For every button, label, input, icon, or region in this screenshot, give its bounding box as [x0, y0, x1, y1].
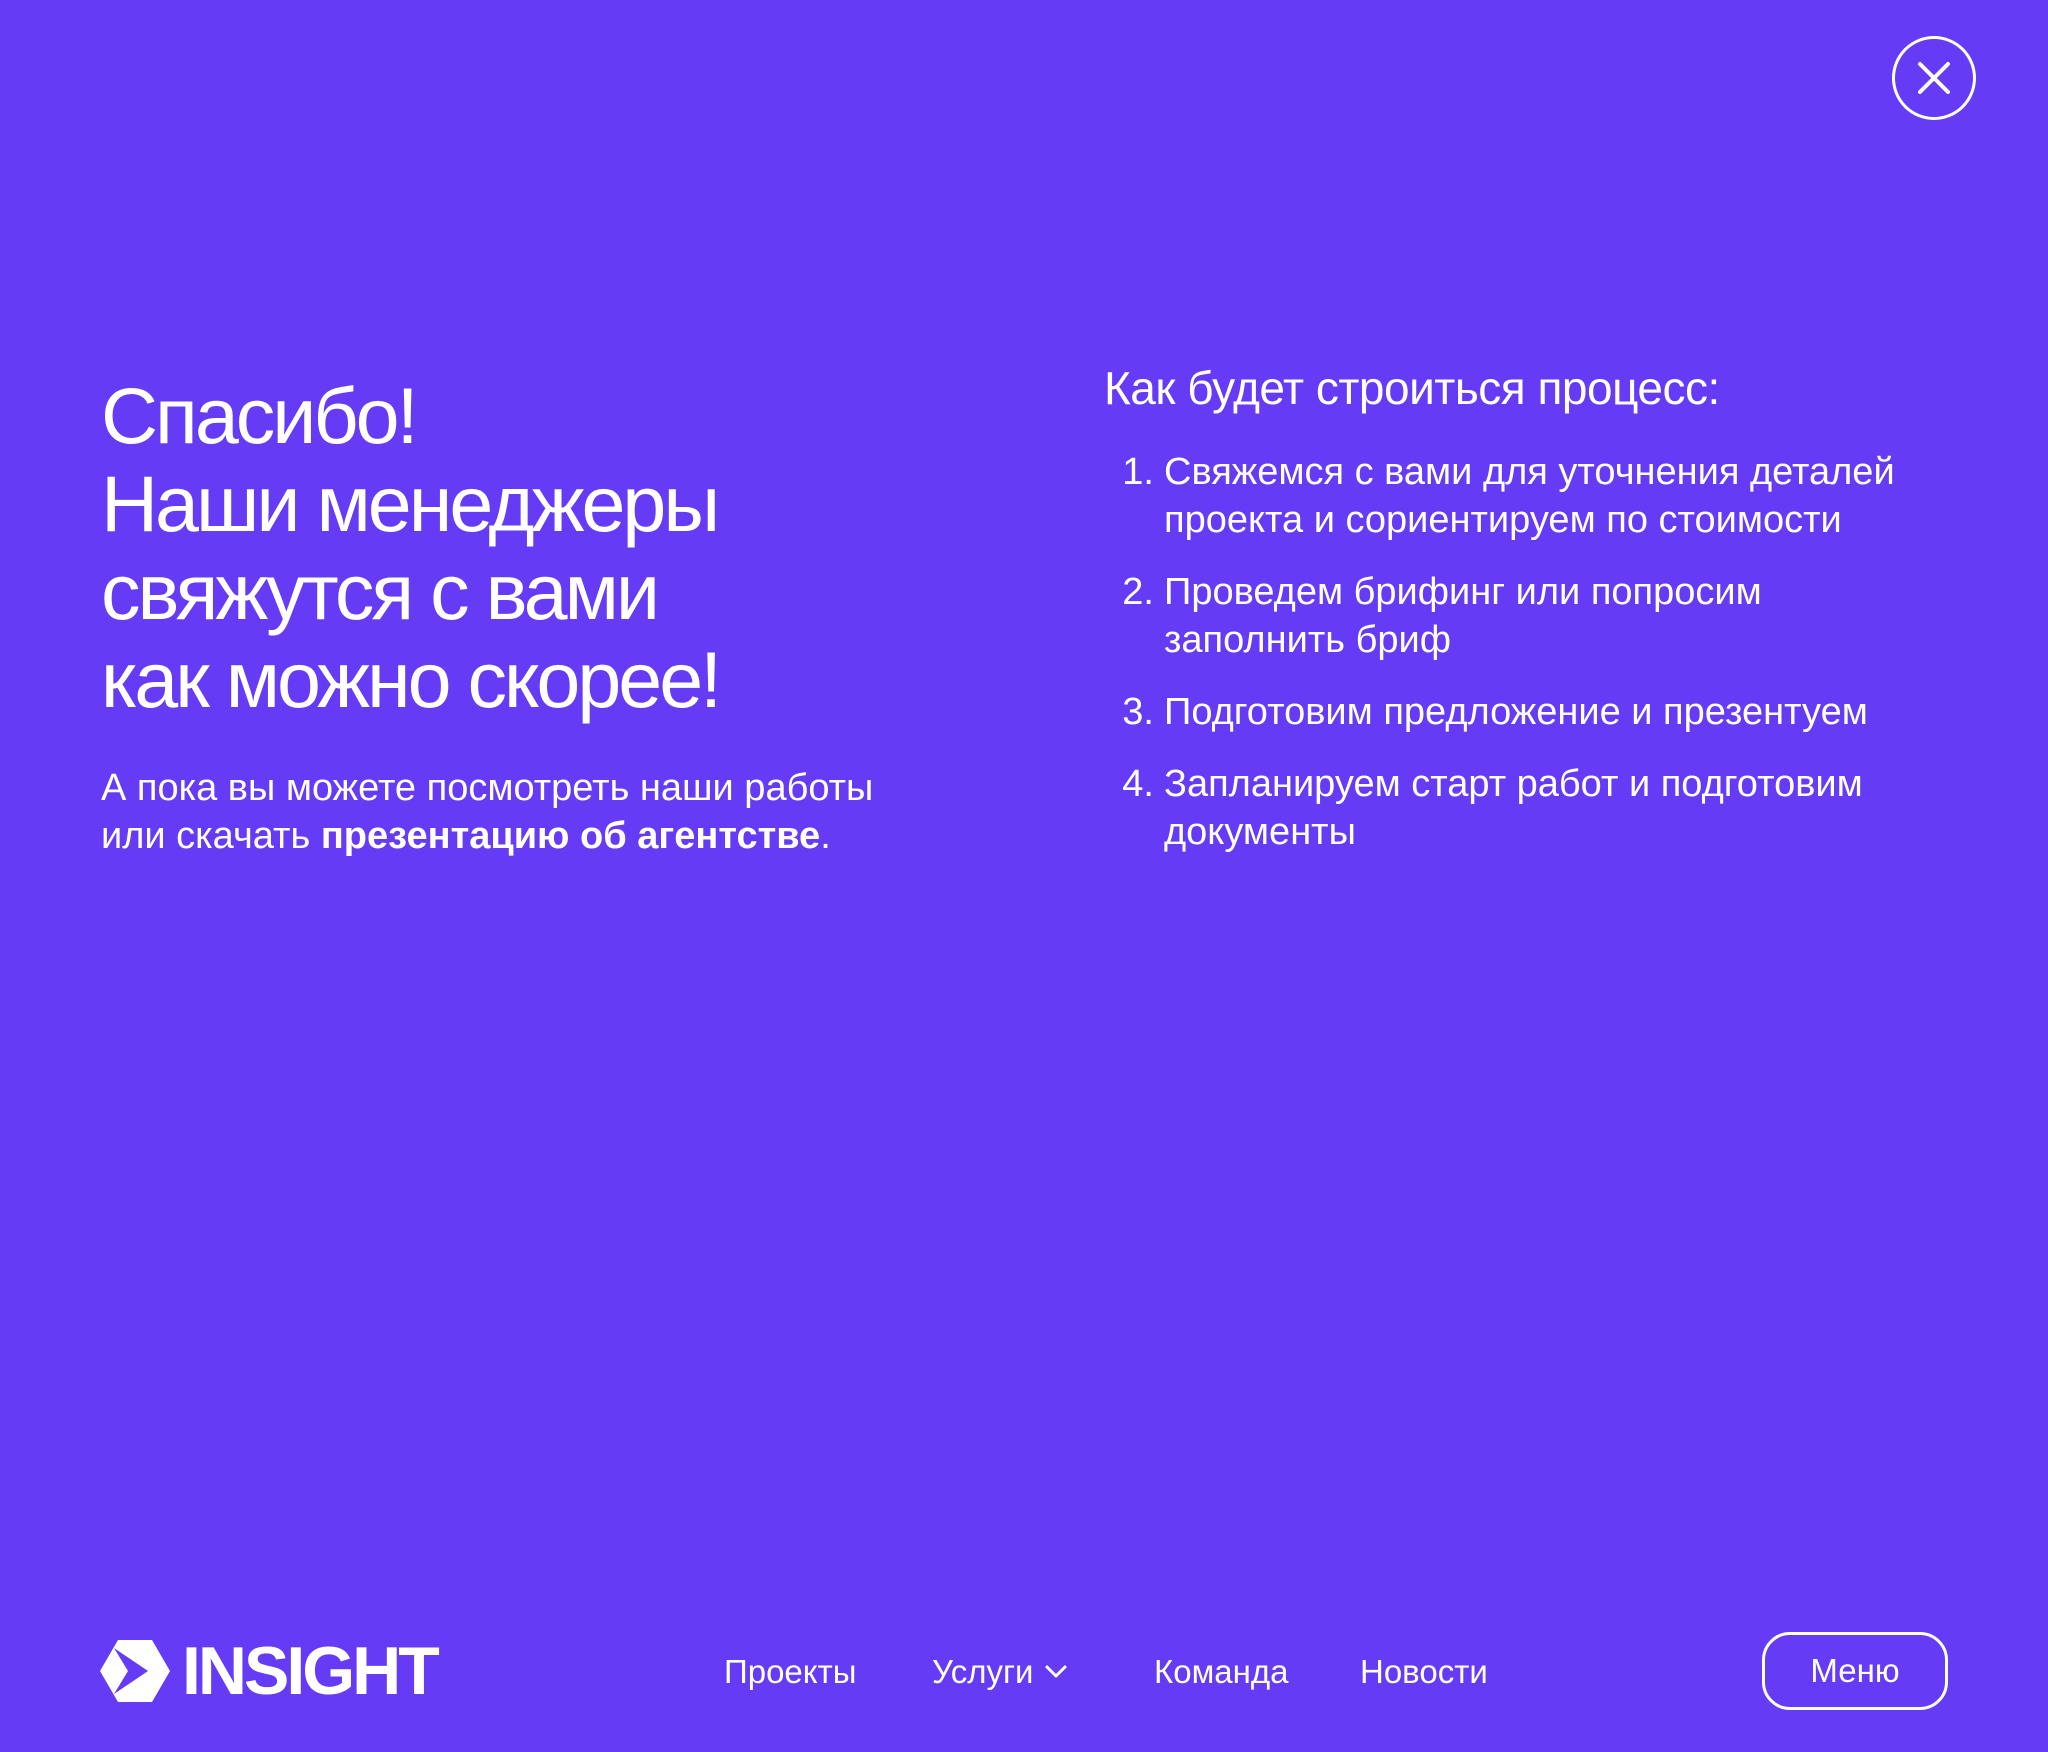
presentation-link[interactable]: презентацию об агентстве	[321, 815, 820, 857]
step-text: Проведем брифинг или попросим заполнить …	[1164, 568, 1762, 664]
chevron-down-icon	[1045, 1665, 1067, 1678]
nav-news[interactable]: Новости	[1360, 1652, 1488, 1692]
step-number: 4.	[1122, 763, 1154, 805]
step-text: Подготовим предложение и презентуем	[1164, 688, 1868, 736]
menu-button-label: Меню	[1810, 1652, 1900, 1689]
menu-button[interactable]: Меню	[1762, 1632, 1948, 1710]
footer-bar: INSIGHT Проекты Услуги Команда Новости М…	[0, 1630, 2048, 1714]
insight-logo-icon	[100, 1640, 170, 1702]
lead-line-1: А пока вы можете посмотреть наши работы	[101, 767, 874, 809]
headline-line: как можно скорее!	[101, 635, 722, 724]
step-text-line: Проведем брифинг или попросим	[1164, 571, 1762, 613]
nav-team[interactable]: Команда	[1154, 1652, 1288, 1692]
nav-projects[interactable]: Проекты	[724, 1652, 856, 1692]
step-text-line: документы	[1164, 811, 1356, 853]
nav-services[interactable]: Услуги	[932, 1652, 1067, 1692]
lead-text: А пока вы можете посмотреть наши работы …	[101, 764, 1001, 860]
process-step: 1. Свяжемся с вами для уточнения деталей…	[1104, 448, 1984, 544]
process-title: Как будет строиться процесс:	[1104, 362, 1720, 414]
step-text-line: проекта и сориентируем по стоимости	[1164, 499, 1842, 541]
lead-suffix: .	[820, 815, 831, 857]
step-text: Свяжемся с вами для уточнения деталей пр…	[1164, 448, 1895, 544]
process-step: 2. Проведем брифинг или попросим заполни…	[1104, 568, 1984, 664]
close-icon	[1918, 62, 1950, 94]
headline-line: Наши менеджеры	[101, 459, 720, 548]
process-section: Как будет строиться процесс: 1. Свяжемся…	[1104, 360, 1984, 880]
thank-you-headline: Спасибо! Наши менеджеры свяжутся с вами …	[101, 372, 1001, 724]
lead-line-2: или скачать презентацию об агентстве.	[101, 812, 1001, 860]
step-number: 1.	[1122, 451, 1154, 493]
logo-text: INSIGHT	[182, 1633, 440, 1709]
process-step: 3. Подготовим предложение и презентуем	[1104, 688, 1984, 736]
step-text: Запланируем старт работ и подготовим док…	[1164, 760, 1863, 856]
step-text-line: Подготовим предложение и презентуем	[1164, 691, 1868, 733]
process-step: 4. Запланируем старт работ и подготовим …	[1104, 760, 1984, 856]
insight-logo[interactable]: INSIGHT	[100, 1633, 440, 1709]
process-steps: 1. Свяжемся с вами для уточнения деталей…	[1104, 448, 1984, 856]
close-button[interactable]	[1892, 36, 1976, 120]
nav-services-label: Услуги	[932, 1653, 1034, 1690]
step-text-line: Запланируем старт работ и подготовим	[1164, 763, 1863, 805]
step-number: 2.	[1122, 571, 1154, 613]
thank-you-section: Спасибо! Наши менеджеры свяжутся с вами …	[101, 372, 1001, 860]
step-text-line: Свяжемся с вами для уточнения деталей	[1164, 451, 1895, 493]
headline-line: свяжутся с вами	[101, 547, 660, 636]
step-number: 3.	[1122, 691, 1154, 733]
headline-line: Спасибо!	[101, 371, 419, 460]
lead-prefix: или скачать	[101, 815, 321, 857]
step-text-line: заполнить бриф	[1164, 619, 1451, 661]
